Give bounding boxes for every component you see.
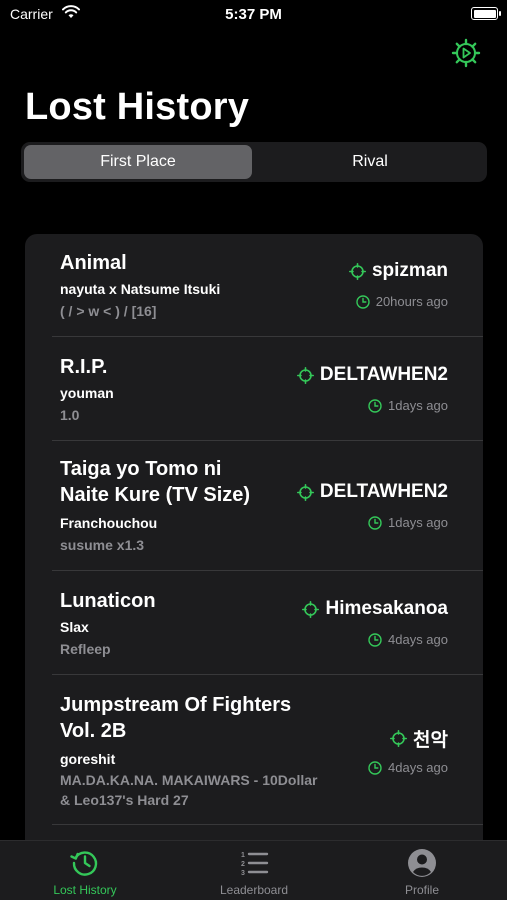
time-ago: 4days ago [368,632,448,647]
svg-text:1: 1 [241,852,245,859]
clock-icon [368,398,382,413]
artist-name: youman [60,385,114,401]
battery-icon [471,7,501,20]
artist-name: Franchouchou [60,515,158,531]
numbered-list-icon: 1 2 3 [241,852,269,877]
rival-label: Himesakanoa [325,598,448,619]
rival-label: spizman [371,260,448,281]
song-title-line: Naite Kure (TV Size) [60,484,251,506]
divider [52,824,483,825]
list-item[interactable]: Taiga yo Tomo ni Naite Kure (TV Size) Fr… [25,441,483,571]
status-time: 5:37 PM [225,6,282,23]
clock-history-icon [70,851,98,876]
song-title: Jumpstream Of Fighters Vol. 2B [60,692,291,744]
rival-name: spizman [348,260,448,282]
song-title-line: Vol. 2B [60,720,127,742]
list-item[interactable]: Jumpstream Of Fighters Vol. 2B goreshit … [25,675,483,825]
song-title: R.I.P. [60,356,108,378]
crosshair-icon [348,262,366,280]
tab-label: Leaderboard [219,883,289,897]
time-ago: 4days ago [368,760,448,775]
rival-name: DELTAWHEN2 [296,364,448,386]
clock-icon [356,294,370,309]
crosshair-icon [390,730,408,747]
time-ago: 20hours ago [356,294,448,309]
tab-profile[interactable]: Profile [362,847,482,897]
time-ago: 1days ago [368,515,448,530]
time-ago-label: 4days ago [388,632,448,647]
time-ago-label: 1days ago [388,515,448,530]
settings-button[interactable] [451,38,481,68]
tab-label: Profile [404,883,439,897]
song-title-line: Jumpstream Of Fighters [60,694,292,716]
artist-name: nayuta x Natsume Itsuki [60,281,221,297]
difficulty-label: Refleep [60,641,111,657]
segment-rival[interactable]: Rival [256,145,484,179]
crosshair-icon [296,366,314,384]
tab-leaderboard[interactable]: 1 2 3 Leaderboard [194,847,314,897]
svg-text:3: 3 [241,870,245,877]
segmented-control: First Place Rival [21,142,487,182]
clock-icon [368,760,382,775]
song-title: Lunaticon [60,590,156,612]
time-ago-label: 4days ago [388,760,448,775]
rival-label: DELTAWHEN2 [319,481,448,502]
time-ago-label: 1days ago [388,398,448,413]
song-title: Animal [60,252,127,274]
time-ago: 1days ago [368,398,448,413]
difficulty-label: 1.0 [60,407,80,423]
crosshair-icon [302,600,320,618]
clock-icon [368,632,382,647]
difficulty-label: susume x1.3 [60,537,145,553]
page-title: Lost History [25,86,250,128]
list-item[interactable]: Lunaticon Slax Refleep Himesakanoa 4days… [25,571,483,675]
rival-name: 천악 [390,725,448,752]
svg-text:2: 2 [241,861,245,868]
rival-name: DELTAWHEN2 [296,481,448,503]
time-ago-label: 20hours ago [375,294,448,309]
artist-name: goreshit [60,751,116,767]
difficulty-label: MA.DA.KA.NA. MAKAIWARS - 10Dollar & Leo1… [60,770,317,810]
difficulty-line: MA.DA.KA.NA. MAKAIWARS - 10Dollar [60,772,318,788]
list-item[interactable]: Animal nayuta x Natsume Itsuki ( / > w <… [25,234,483,337]
rival-label: 천악 [413,730,448,751]
song-title-line: Taiga yo Tomo ni [60,458,222,480]
list-item[interactable]: R.I.P. youman 1.0 DELTAWHEN2 1days ago [25,337,483,441]
tab-label: Lost History [53,883,117,897]
lost-history-list: Animal nayuta x Natsume Itsuki ( / > w <… [25,234,483,854]
clock-icon [368,515,382,530]
rival-name: Himesakanoa [302,598,448,620]
tab-lost-history[interactable]: Lost History [25,847,145,897]
tab-bar: Lost History 1 2 3 Leaderboard Profile [0,840,507,900]
difficulty-line: & Leo137's Hard 27 [60,792,189,808]
person-circle-icon [408,849,436,877]
gear-icon [451,38,481,68]
segment-first-place[interactable]: First Place [24,145,252,179]
status-bar: Carrier 5:37 PM [0,0,507,30]
artist-name: Slax [60,619,89,635]
crosshair-icon [296,483,314,501]
rival-label: DELTAWHEN2 [319,364,448,385]
difficulty-label: ( / > w < ) / [16] [60,303,157,319]
song-title: Taiga yo Tomo ni Naite Kure (TV Size) [60,456,250,508]
